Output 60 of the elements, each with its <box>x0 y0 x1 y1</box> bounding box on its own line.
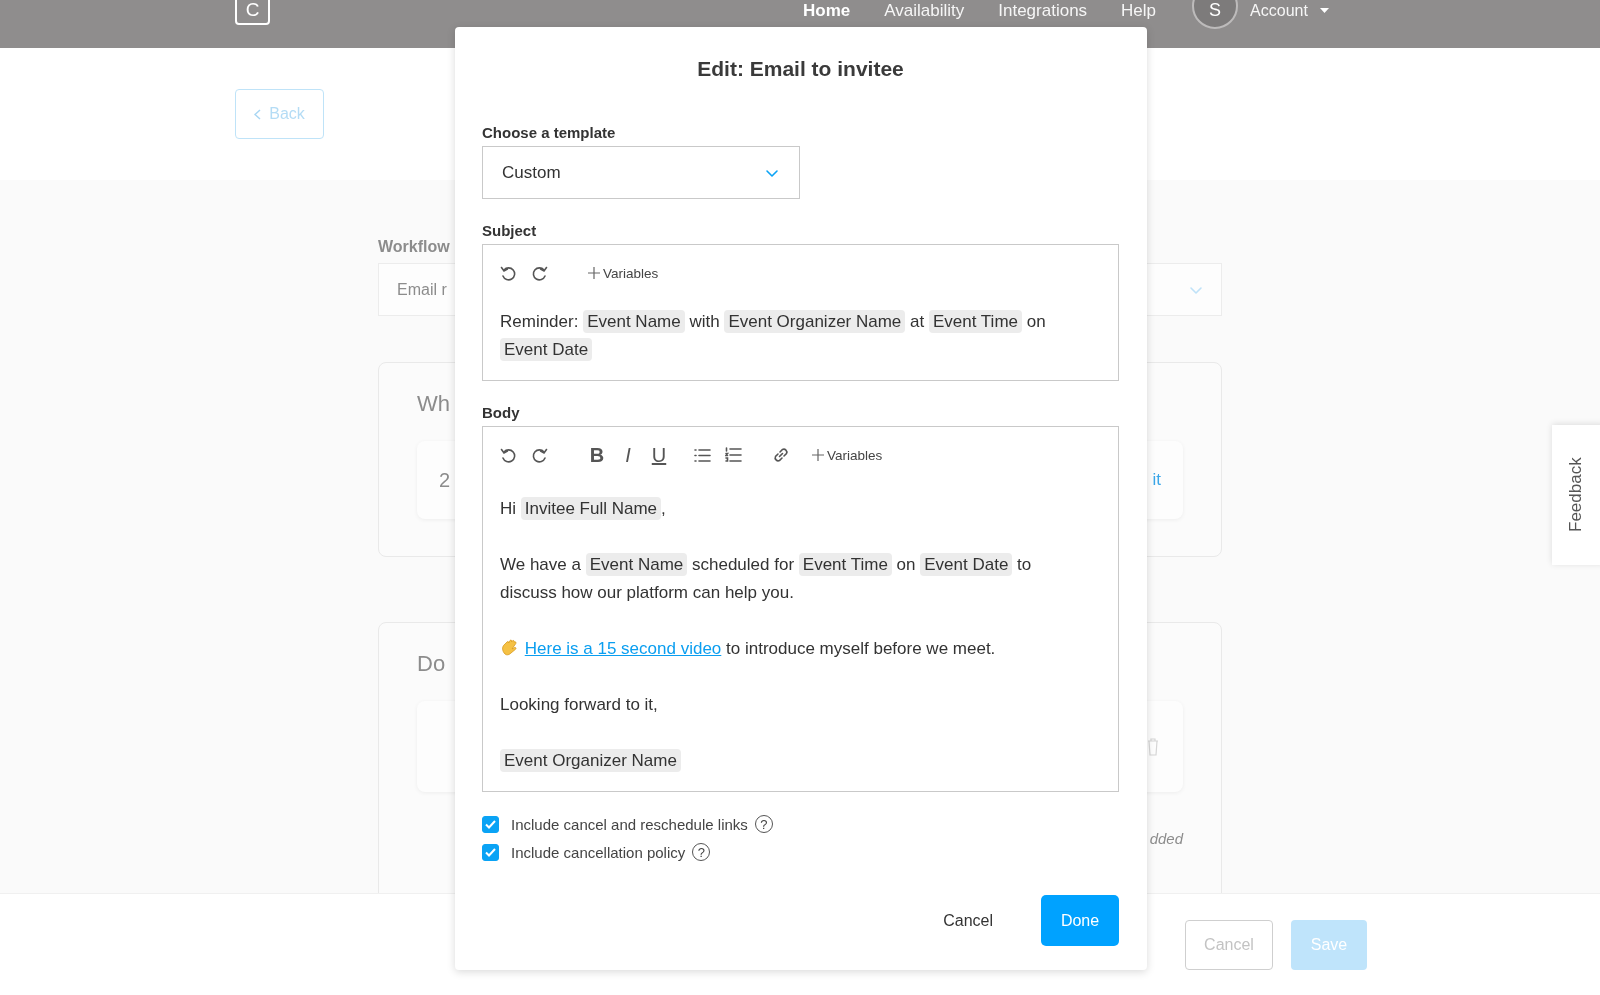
variable-chip[interactable]: Event Organizer Name <box>500 749 681 772</box>
body-editor[interactable] <box>482 426 1119 792</box>
check-icon <box>485 819 496 829</box>
cancel-button[interactable]: Cancel <box>937 910 999 931</box>
punctuation: , <box>661 499 666 518</box>
row-text: 2 <box>439 468 451 492</box>
subject-text: Reminder: <box>500 312 579 331</box>
waving-hand-icon <box>500 637 520 657</box>
card-heading: Wh <box>417 391 450 418</box>
plus-icon <box>812 449 824 461</box>
variable-chip[interactable]: Event Organizer Name <box>724 310 906 333</box>
variable-chip[interactable]: Event Name <box>585 553 688 576</box>
body-text: scheduled for <box>692 555 795 574</box>
body-text: Hi <box>500 499 517 518</box>
subject-text: on <box>1026 312 1046 331</box>
underline-button[interactable]: U <box>650 443 668 467</box>
avatar[interactable]: S <box>1192 0 1239 29</box>
field-label: Workflow <box>378 238 450 257</box>
redo-icon[interactable] <box>531 446 548 464</box>
feedback-tab[interactable]: Feedback <box>1552 425 1600 565</box>
variable-chip[interactable]: Event Date <box>500 338 593 361</box>
checkbox[interactable] <box>482 843 499 861</box>
body-text: to introduce myself before we meet. <box>726 639 996 658</box>
chevron-left-icon <box>254 108 262 120</box>
option-label: Include cancellation policy <box>511 843 686 861</box>
field-label: Body <box>482 404 520 423</box>
body-text: on <box>896 555 916 574</box>
card-heading: Do <box>417 651 446 678</box>
checkbox[interactable] <box>482 815 499 833</box>
subject-text: at <box>910 312 925 331</box>
undo-icon[interactable] <box>500 446 517 464</box>
option-label: Include cancel and reschedule links <box>511 815 748 833</box>
field-label: Choose a template <box>482 124 616 143</box>
variable-chip[interactable]: Event Date <box>920 553 1013 576</box>
variables-button[interactable]: Variables <box>588 265 659 281</box>
italic-button[interactable]: I <box>619 443 637 467</box>
caret-icon <box>1319 8 1329 14</box>
plus-icon <box>588 267 600 279</box>
bold-button[interactable]: B <box>588 443 606 467</box>
variables-button[interactable]: Variables <box>812 447 883 463</box>
variable-chip[interactable]: Event Time <box>928 310 1022 333</box>
note-text: dded <box>1149 830 1183 847</box>
link-icon[interactable] <box>772 446 790 464</box>
check-icon <box>485 847 496 857</box>
undo-icon[interactable] <box>500 264 517 282</box>
numbered-list-icon[interactable] <box>725 447 742 463</box>
variable-chip[interactable]: Event Name <box>583 310 685 333</box>
body-text: discuss how our platform can help you. <box>500 583 794 602</box>
field-label: Subject <box>482 222 537 241</box>
body-text: We have a <box>500 555 581 574</box>
body-text: Looking forward to it, <box>500 695 658 714</box>
dialog-title: Edit: Email to invitee <box>696 56 905 82</box>
subject-text: with <box>689 312 720 331</box>
body-text: to <box>1017 555 1032 574</box>
redo-icon[interactable] <box>531 264 548 282</box>
variable-chip[interactable]: Event Time <box>798 553 892 576</box>
bullet-list-icon[interactable] <box>694 447 711 463</box>
subject-editor[interactable]: Variables Reminder: Event Name with Event Organizer Name at Event Time on Event Date <box>482 244 1119 381</box>
variable-chip[interactable]: Invitee Full Name <box>520 497 662 520</box>
template-select[interactable]: Custom <box>482 146 800 199</box>
